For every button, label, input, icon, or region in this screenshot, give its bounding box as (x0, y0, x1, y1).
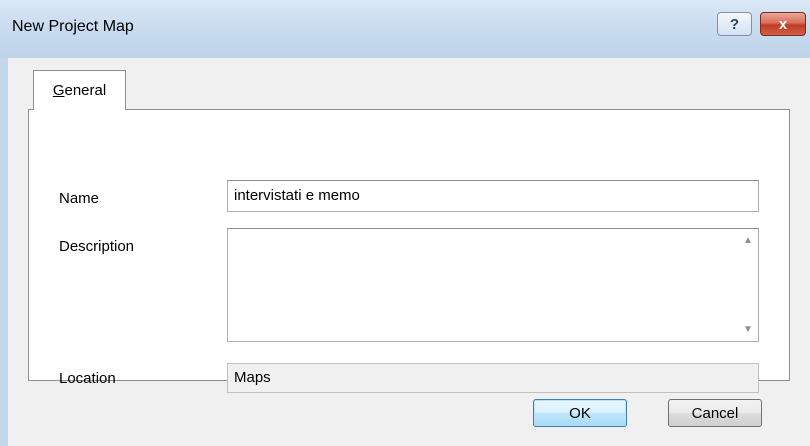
tab-general-label: eneral (64, 82, 107, 99)
name-field[interactable]: intervistati e memo (227, 180, 759, 212)
close-icon: x (778, 15, 788, 33)
name-field-value: intervistati e memo (234, 187, 360, 204)
location-label: Location (59, 370, 116, 387)
name-label: Name (59, 190, 100, 207)
dialog-client-area: General Name intervistati e memo Descrip… (8, 58, 810, 446)
ok-button-label: OK (569, 404, 591, 422)
description-scrollbar[interactable]: ▲ ▼ (738, 229, 758, 341)
description-label: Description (59, 238, 135, 255)
tab-general[interactable]: General (33, 70, 126, 110)
new-project-map-dialog: New Project Map ? x General Name intervi… (0, 0, 810, 446)
scroll-down-icon[interactable]: ▼ (738, 324, 758, 335)
general-tab-panel: Name intervistati e memo Description ▲ ▼… (28, 109, 790, 393)
tab-general-mnemonic: G (52, 82, 65, 99)
dialog-title: New Project Map (12, 18, 134, 35)
help-icon: ? (729, 15, 740, 33)
title-bar[interactable]: New Project Map ? x (0, 0, 810, 58)
help-button[interactable]: ? (717, 12, 752, 36)
cancel-button-label: Cancel (691, 404, 739, 422)
description-field[interactable]: ▲ ▼ (227, 228, 759, 342)
ok-button[interactable]: OK (533, 399, 627, 427)
cancel-button[interactable]: Cancel (668, 399, 762, 427)
scroll-up-icon[interactable]: ▲ (738, 235, 758, 246)
location-field-value: Maps (234, 369, 271, 386)
location-field: Maps (227, 363, 759, 393)
close-button[interactable]: x (760, 12, 806, 36)
